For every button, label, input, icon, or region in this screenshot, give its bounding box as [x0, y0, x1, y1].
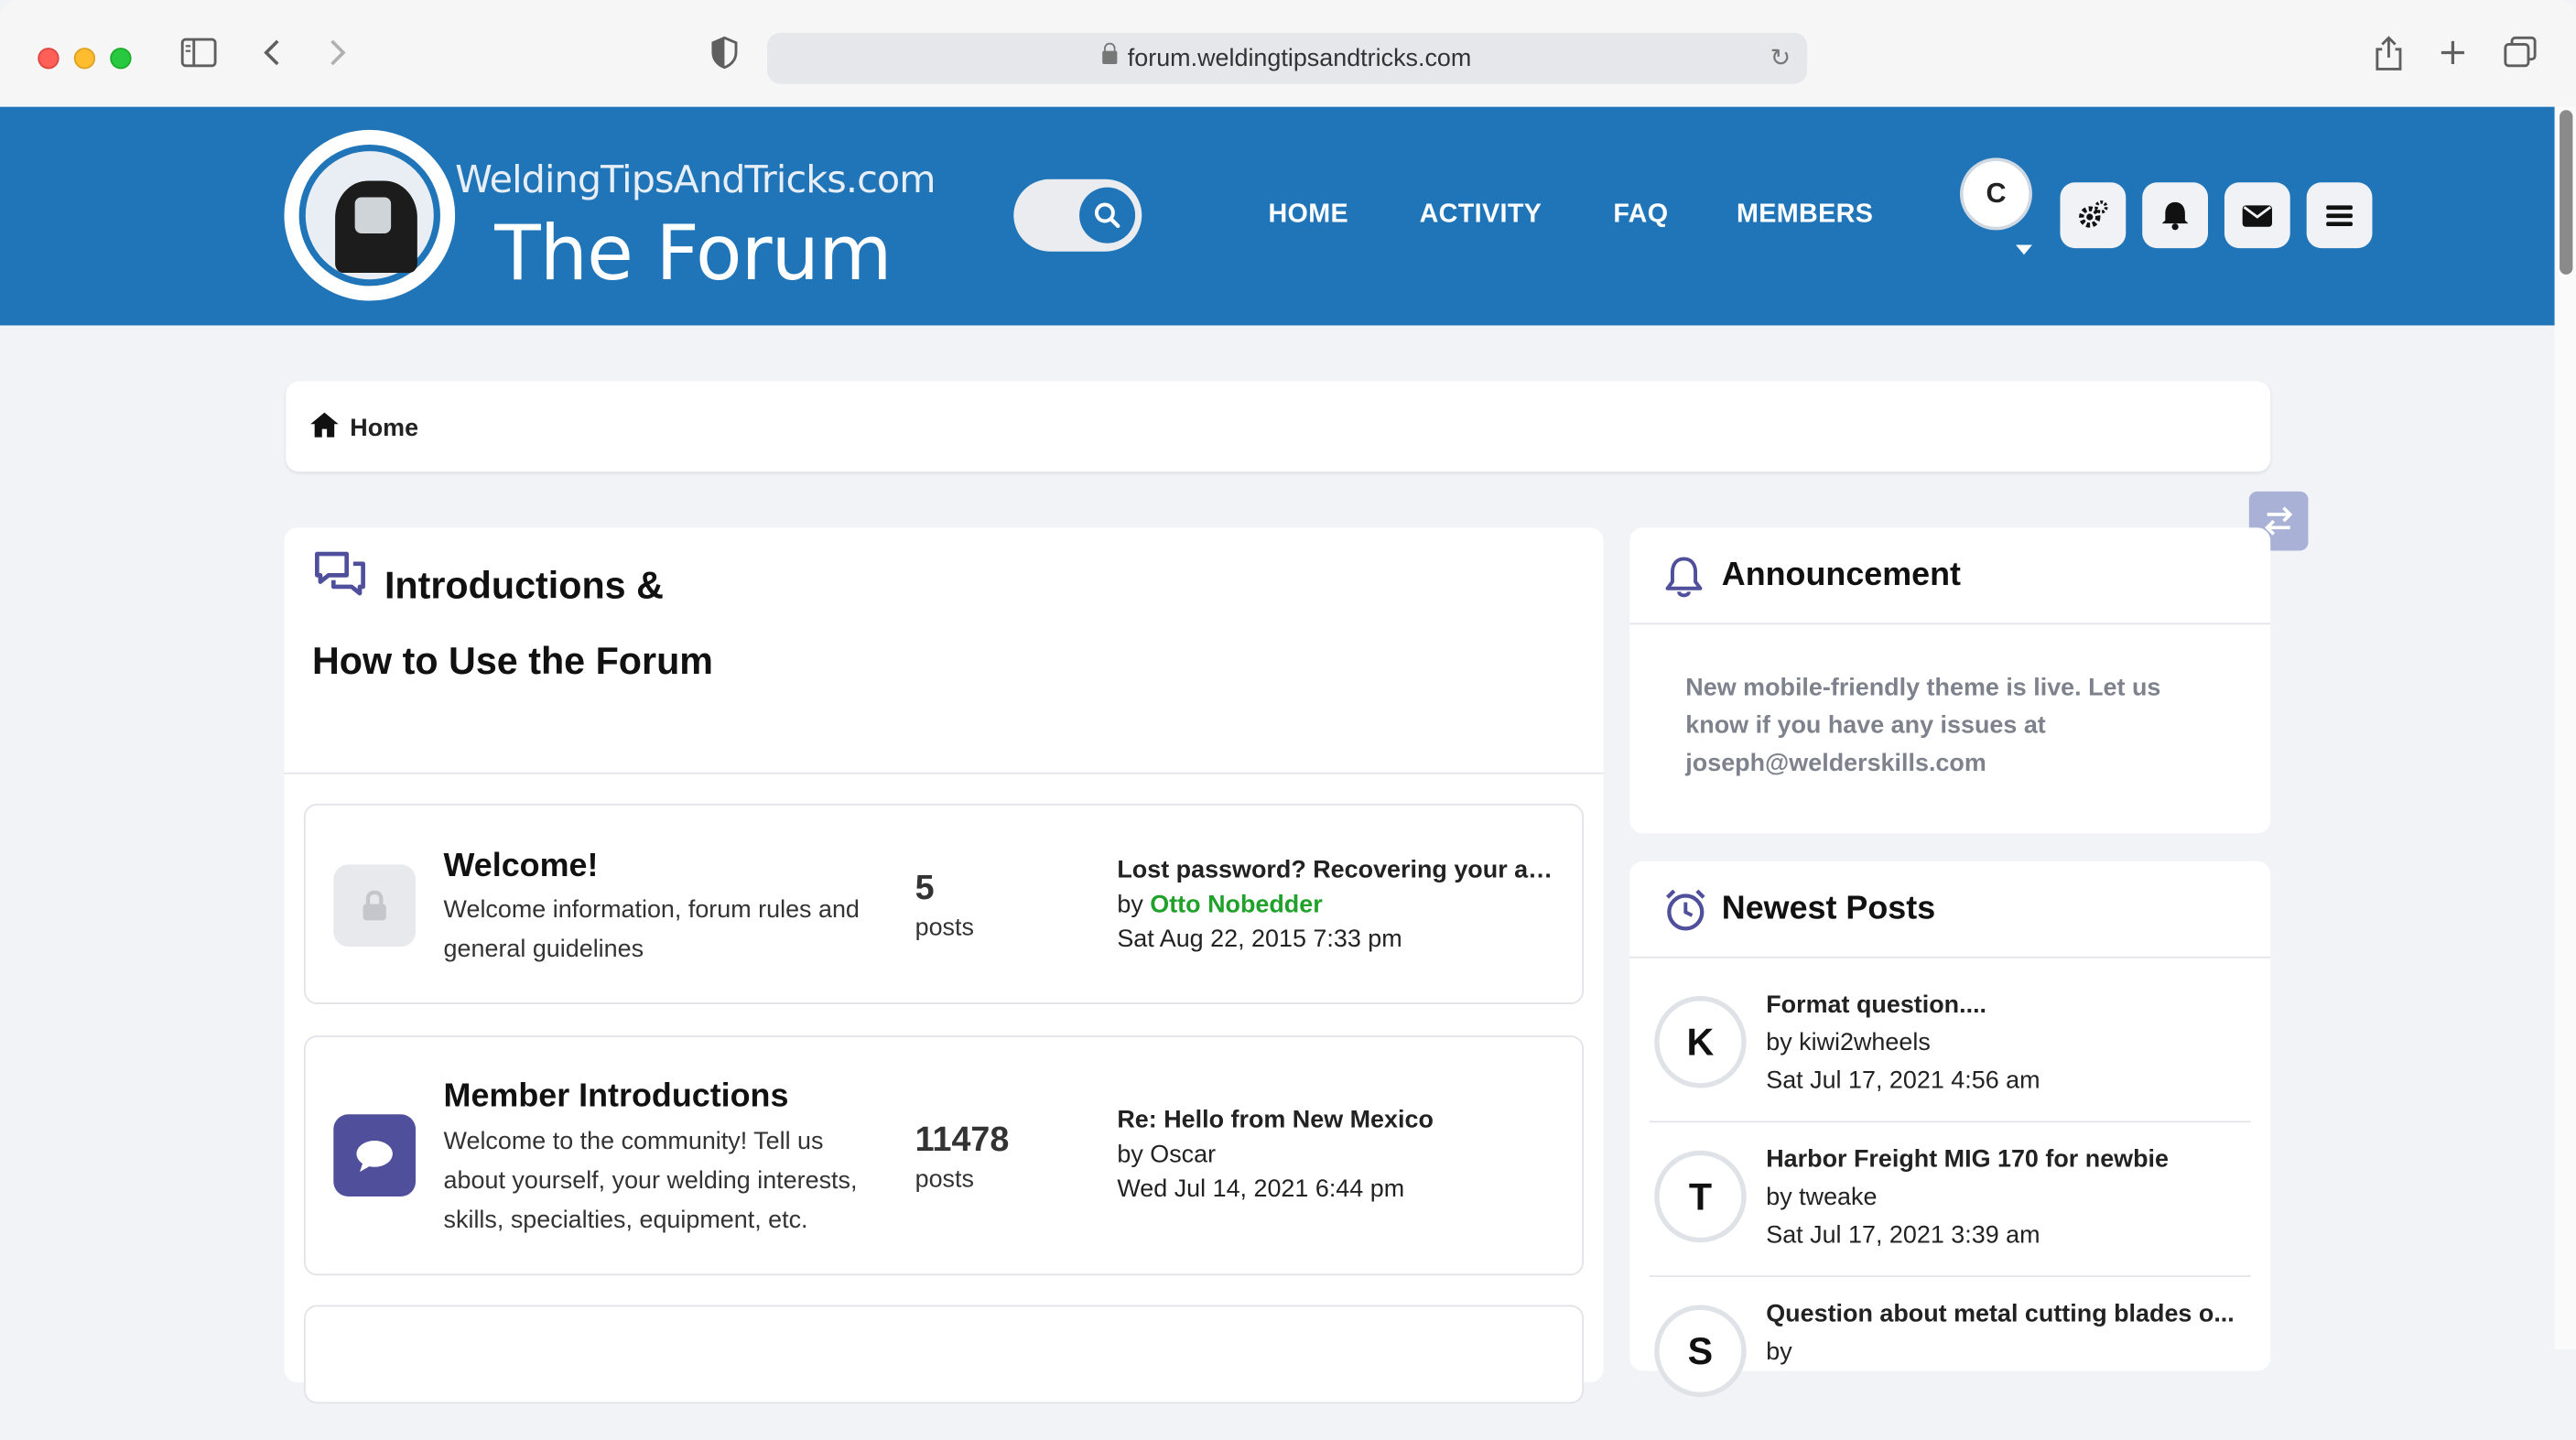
forum-title[interactable]: Welcome! — [444, 848, 599, 885]
logo-domain-text: WeldingTipsAndTricks.com — [455, 159, 936, 202]
last-post: Re: Hello from New Mexico by Oscar Wed J… — [1117, 1103, 1561, 1207]
share-icon[interactable] — [2367, 36, 2410, 79]
caret-down-icon[interactable] — [2016, 244, 2032, 255]
forum-description: Welcome to the community! Tell us about … — [443, 1127, 858, 1235]
divider — [284, 772, 1604, 774]
reload-icon[interactable]: ↻ — [1770, 43, 1791, 72]
last-post-title[interactable]: Re: Hello from New Mexico — [1117, 1103, 1561, 1138]
last-post-date: Sat Aug 22, 2015 7:33 pm — [1117, 925, 1402, 954]
home-icon[interactable] — [308, 411, 340, 439]
privacy-shield-icon[interactable] — [703, 36, 746, 79]
alarm-clock-icon — [1666, 889, 1705, 931]
forum-category-panel: Introductions & How to Use the Forum Wel… — [284, 527, 1604, 1404]
tab-overview-icon[interactable] — [2499, 36, 2542, 79]
post-title[interactable]: Harbor Freight MIG 170 for newbie — [1766, 1141, 2250, 1178]
forum-status-icon — [333, 864, 417, 947]
author-avatar[interactable]: S — [1654, 1305, 1747, 1398]
user-avatar[interactable]: C — [1960, 157, 2032, 231]
forum-description: Welcome information, forum rules and gen… — [443, 895, 860, 964]
settings-button[interactable] — [2060, 182, 2127, 249]
post-count: 5 — [915, 869, 935, 908]
forum-row-partial[interactable] — [304, 1305, 1585, 1404]
gears-icon — [2079, 200, 2108, 228]
notifications-button[interactable] — [2142, 182, 2209, 249]
search-icon — [1094, 202, 1120, 229]
nav-activity[interactable]: ACTIVITY — [1420, 200, 1542, 230]
close-window-button[interactable] — [38, 48, 60, 70]
nav-faq[interactable]: FAQ — [1613, 200, 1668, 230]
post-title[interactable]: Format question.... — [1766, 986, 2250, 1023]
main-content: Home Introductions & How to Use the Foru… — [0, 325, 2555, 1404]
lock-icon — [363, 890, 386, 921]
zoom-window-button[interactable] — [110, 48, 132, 70]
newest-posts-panel: Newest Posts K Format question.... by ki… — [1629, 861, 2271, 1398]
post-author[interactable]: by kiwi2wheels — [1766, 1029, 1931, 1057]
post-author[interactable]: by — [1766, 1337, 1791, 1366]
divider — [1649, 1121, 2251, 1123]
search-toggle[interactable] — [1013, 179, 1142, 252]
search-button[interactable] — [1079, 187, 1136, 244]
envelope-icon — [2242, 205, 2272, 227]
newest-posts-title: Newest Posts — [1721, 891, 1936, 927]
lock-icon — [1102, 42, 1119, 65]
post-count: 11478 — [915, 1121, 1010, 1159]
last-post-by: by — [1117, 891, 1143, 919]
last-post-date: Wed Jul 14, 2021 6:44 pm — [1117, 1175, 1405, 1204]
site-header: WeldingTipsAndTricks.com The Forum HOME … — [0, 106, 2555, 326]
post-author[interactable]: by tweake — [1766, 1184, 1877, 1212]
chat-bubble-icon — [356, 1140, 393, 1173]
newest-post-item[interactable]: T Harbor Freight MIG 170 for newbie by t… — [1649, 1131, 2251, 1285]
sidebar-toggle-icon[interactable] — [178, 36, 221, 79]
forum-row-welcome[interactable]: Welcome! Welcome information, forum rule… — [304, 803, 1585, 1004]
browser-toolbar: forum.weldingtipsandtricks.com ↻ — [0, 0, 2576, 107]
bell-outline-icon — [1665, 557, 1703, 598]
page-scrollbar[interactable] — [2554, 106, 2576, 1349]
divider — [1649, 1275, 2251, 1278]
welder-logo-emblem — [284, 129, 456, 301]
forward-arrow-icon[interactable] — [316, 36, 359, 79]
newest-post-item[interactable]: S Question about metal cutting blades o.… — [1650, 1285, 2251, 1440]
breadcrumb: Home — [286, 381, 2271, 472]
messages-button[interactable] — [2224, 182, 2290, 249]
nav-members[interactable]: MEMBERS — [1737, 200, 1873, 230]
forum-title[interactable]: Member Introductions — [444, 1078, 789, 1116]
last-post: Lost password? Recovering your acc... by… — [1117, 853, 1561, 957]
breadcrumb-home[interactable]: Home — [350, 414, 418, 442]
site-logo[interactable]: WeldingTipsAndTricks.com The Forum — [284, 129, 936, 304]
post-date: Sat Jul 17, 2021 4:56 am — [1766, 1066, 2040, 1095]
last-post-by[interactable]: by Oscar — [1117, 1141, 1216, 1169]
scrollbar-thumb[interactable] — [2560, 110, 2573, 275]
forum-status-icon — [333, 1114, 417, 1197]
category-title[interactable]: Introductions & How to Use the Forum — [312, 547, 740, 698]
post-count-label: posts — [915, 1164, 974, 1194]
menu-button[interactable] — [2306, 182, 2373, 249]
last-post-title[interactable]: Lost password? Recovering your acc... — [1117, 853, 1561, 888]
author-avatar[interactable]: T — [1654, 1150, 1747, 1243]
newest-post-item[interactable]: K Format question.... by kiwi2wheels Sat… — [1649, 976, 2251, 1131]
announcement-panel: Announcement New mobile-friendly theme i… — [1629, 527, 2271, 834]
nav-home[interactable]: HOME — [1268, 200, 1348, 230]
author-avatar[interactable]: K — [1654, 995, 1747, 1088]
post-count-label: posts — [915, 914, 974, 942]
address-bar[interactable]: forum.weldingtipsandtricks.com ↻ — [767, 32, 1808, 84]
post-title[interactable]: Question about metal cutting blades o... — [1766, 1295, 2250, 1333]
minimize-window-button[interactable] — [73, 48, 96, 70]
hamburger-icon — [2326, 205, 2353, 227]
url-text: forum.weldingtipsandtricks.com — [1127, 44, 1472, 72]
back-arrow-icon[interactable] — [252, 36, 295, 79]
logo-title-text: The Forum — [494, 209, 892, 298]
last-post-author[interactable]: Otto Nobedder — [1150, 891, 1322, 919]
announcement-text: New mobile-friendly theme is live. Let u… — [1685, 674, 2161, 778]
new-tab-icon[interactable] — [2431, 36, 2474, 79]
announcement-title: Announcement — [1721, 557, 1962, 594]
divider — [1629, 956, 2271, 958]
divider — [1629, 623, 2271, 625]
post-date: Sat Jul 17, 2021 3:39 am — [1766, 1220, 2040, 1250]
bell-icon — [2161, 201, 2189, 231]
forum-row-member-introductions[interactable]: Member Introductions Welcome to the comm… — [304, 1035, 1585, 1276]
